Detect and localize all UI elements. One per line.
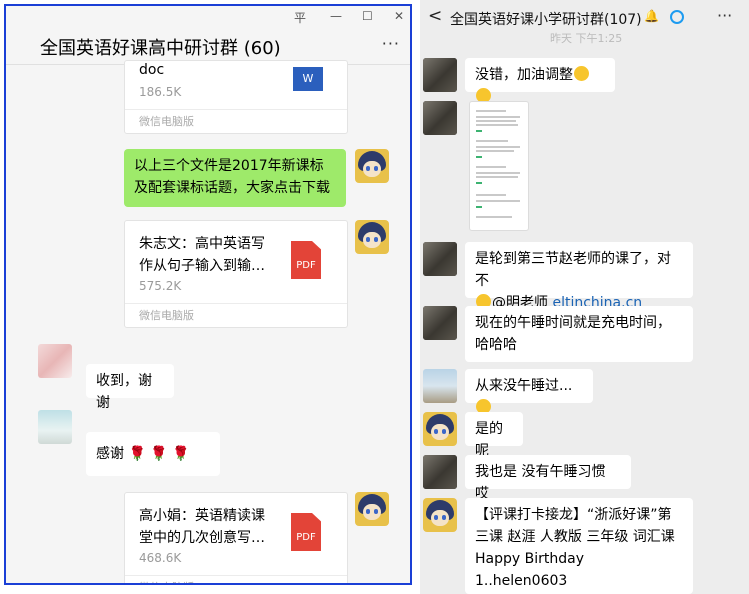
received-message-bubble[interactable]: 没错，加油调整: [465, 58, 615, 103]
file-size: 575.2K: [139, 279, 182, 293]
member-avatar[interactable]: [423, 455, 457, 489]
member-avatar[interactable]: [423, 412, 457, 446]
member-avatar[interactable]: [38, 344, 72, 378]
file-message[interactable]: 朱志文：高中英语写作从句子输入到输… 575.2K PDF 微信电脑版: [124, 220, 348, 328]
message-text: 【评课打卡接龙】“浙派好课”第三课 赵涯 人教版 三年级 词汇课: [475, 507, 675, 545]
member-avatar[interactable]: [423, 101, 457, 135]
self-avatar[interactable]: [355, 492, 389, 526]
word-file-icon: W: [293, 67, 323, 91]
file-size: 468.6K: [139, 551, 182, 565]
pdf-file-icon: PDF: [291, 513, 321, 551]
file-message[interactable]: 高小娟：英语精读课堂中的几次创意写… 468.6K PDF 微信电脑版: [124, 492, 348, 583]
close-button[interactable]: ✕: [394, 9, 404, 23]
grin-emoji-icon: [574, 66, 589, 81]
group-title: 全国英语好课小学研讨群(107): [450, 12, 642, 28]
timestamp: 昨天 下午1:25: [550, 32, 623, 45]
member-avatar[interactable]: [423, 498, 457, 532]
pdf-file-icon: PDF: [291, 241, 321, 279]
self-avatar[interactable]: [355, 149, 389, 183]
received-message-bubble[interactable]: 我也是 没有午睡习惯 哎: [465, 455, 631, 502]
message-text: 是轮到第三节赵老师的课了，对不: [475, 251, 671, 289]
message-line: 1..helen0603: [475, 573, 568, 589]
rose-emoji-group: 🌹 🌹 🌹: [128, 446, 190, 462]
message-line: Happy Birthday: [475, 551, 584, 567]
message-text: 从来没午睡过...: [475, 378, 573, 394]
received-message-bubble[interactable]: 从来没午睡过...: [465, 369, 593, 414]
chat-header: < 全国英语好课小学研讨群(107) 🔔 ···: [420, 0, 749, 34]
file-source: 微信电脑版: [125, 575, 347, 583]
member-avatar[interactable]: [423, 58, 457, 92]
file-name: doc: [139, 62, 165, 78]
group-title: 全国英语好课高中研讨群 (60): [40, 38, 281, 59]
maximize-button[interactable]: ☐: [362, 9, 373, 23]
pin-icon[interactable]: 平: [294, 9, 306, 26]
file-source: 微信电脑版: [125, 109, 347, 133]
file-message[interactable]: doc 186.5K W 微信电脑版: [124, 60, 348, 134]
member-avatar[interactable]: [423, 306, 457, 340]
desktop-chat-window: 全国英语好课高中研讨群 (60) 平 — ☐ ✕ ··· doc 186.5K …: [4, 4, 412, 585]
chat-header: 全国英语好课高中研讨群 (60) 平 — ☐ ✕ ···: [6, 6, 410, 65]
received-message-bubble[interactable]: 是的呢: [465, 412, 523, 459]
file-size: 186.5K: [139, 85, 182, 99]
image-message-thumbnail[interactable]: [469, 101, 529, 231]
received-message-bubble[interactable]: 收到，谢谢: [86, 364, 174, 411]
more-options-icon[interactable]: ···: [717, 6, 732, 25]
member-avatar[interactable]: [423, 242, 457, 276]
member-avatar[interactable]: [38, 410, 72, 444]
file-source: 微信电脑版: [125, 303, 347, 327]
self-avatar[interactable]: [355, 220, 389, 254]
message-text: 没错，加油调整: [475, 67, 573, 83]
file-name: 朱志文：高中英语写作从句子输入到输…: [139, 236, 265, 274]
message-text: 感谢: [96, 446, 124, 462]
received-message-bubble[interactable]: 【评课打卡接龙】“浙派好课”第三课 赵涯 人教版 三年级 词汇课 Happy B…: [465, 498, 693, 594]
received-message-bubble[interactable]: 是轮到第三节赵老师的课了，对不 @明老师 eltinchina.cn: [465, 242, 693, 311]
received-message-bubble[interactable]: 感谢 🌹 🌹 🌹: [86, 432, 220, 476]
member-avatar[interactable]: [423, 369, 457, 403]
mute-bell-icon: 🔔: [644, 9, 659, 23]
minimize-button[interactable]: —: [330, 9, 342, 23]
sent-message-bubble[interactable]: 以上三个文件是2017年新课标及配套课标话题，大家点击下载: [124, 149, 346, 207]
received-message-bubble[interactable]: 现在的午睡时间就是充电时间，哈哈哈: [465, 306, 693, 362]
file-name: 高小娟：英语精读课堂中的几次创意写…: [139, 508, 265, 546]
loading-ring-icon: [670, 10, 684, 24]
more-options-icon[interactable]: ···: [382, 34, 400, 53]
back-arrow-icon[interactable]: <: [428, 6, 442, 26]
